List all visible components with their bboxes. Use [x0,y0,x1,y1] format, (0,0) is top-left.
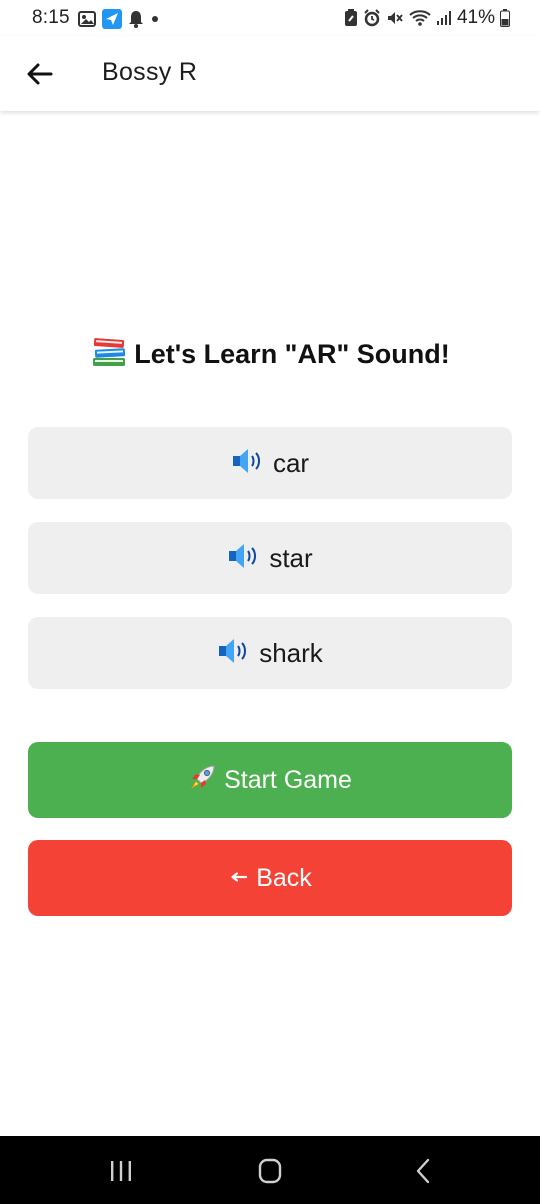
word-button-car[interactable]: car [28,427,512,499]
signal-icon [436,10,452,26]
dot-icon [150,14,160,24]
app-title: Bossy R [102,58,198,86]
recent-apps-icon[interactable] [106,1158,136,1184]
heading: Let's Learn "AR" Sound! [0,334,540,375]
alarm-icon [363,9,381,27]
start-game-button[interactable]: Start Game [28,742,512,818]
start-game-label: Start Game [224,765,352,794]
word-label: shark [259,637,323,668]
word-label: car [272,447,310,478]
status-right-icons: 41% [344,7,510,29]
gallery-icon [78,11,96,27]
battery-icon [500,9,510,27]
app-notification-icon [102,9,122,29]
mute-icon [386,9,404,27]
speaker-icon [231,445,267,482]
back-button[interactable]: Back [28,840,512,916]
back-nav-icon[interactable] [408,1158,438,1184]
rocket-icon [188,762,218,799]
speaker-icon [217,635,253,672]
status-time: 8:15 [32,7,70,28]
word-button-shark[interactable]: shark [28,617,512,689]
wifi-icon [409,9,431,27]
home-icon[interactable] [255,1158,285,1184]
system-nav-bar [0,1136,540,1204]
battery-percent: 41% [456,7,495,28]
status-left-icons [78,9,160,29]
word-label: star [269,542,313,573]
screen: 8:15 41% Bossy R Let's Learn "AR" Sound!… [0,0,540,1204]
status-bar: 8:15 41% [0,0,540,36]
books-icon [90,334,128,375]
app-bar: Bossy R [0,36,540,111]
bell-icon [128,10,144,28]
word-button-star[interactable]: star [28,522,512,594]
arrow-left-small-icon [228,864,250,893]
battery-saver-icon [344,9,358,27]
arrow-left-icon[interactable] [24,58,56,90]
back-label: Back [256,863,312,892]
heading-text: Let's Learn "AR" Sound! [134,339,450,369]
speaker-icon [227,540,263,577]
